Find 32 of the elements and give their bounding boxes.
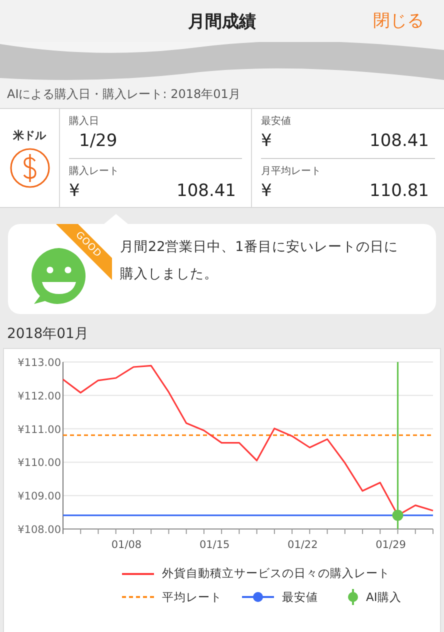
stat-label: 月平均レート: [261, 164, 322, 178]
legend-label: 外貨自動積立サービスの日々の購入レート: [162, 566, 390, 581]
y-axis-label: ¥110.00: [18, 457, 61, 470]
legend-label: 最安値: [282, 590, 318, 604]
stat-label: 最安値: [261, 114, 292, 128]
y-axis-label: ¥109.00: [18, 490, 61, 503]
currency-symbol: ¥: [261, 131, 272, 151]
stat-value: 110.81: [370, 180, 429, 200]
subtitle: AIによる購入日・購入レート: 2018年01月: [6, 86, 242, 103]
close-button[interactable]: 閉じる: [373, 9, 424, 32]
stat-value: 108.41: [370, 131, 429, 151]
y-axis-label: ¥112.00: [18, 390, 61, 402]
stat-value: 1/29: [78, 131, 118, 151]
currency-label: 米ドル: [13, 128, 46, 142]
currency-symbol: ¥: [69, 180, 80, 200]
page-title: 月間成績: [188, 10, 256, 32]
stat-label: 購入日: [69, 114, 100, 128]
y-axis-label: ¥113.00: [18, 357, 61, 369]
legend-label: AI購入: [366, 590, 402, 604]
x-axis-label: 01/08: [111, 539, 142, 551]
chart-title: 2018年01月: [6, 325, 90, 344]
legend-label: 平均レート: [162, 590, 222, 604]
y-axis-label: ¥111.00: [18, 424, 61, 436]
x-axis-label: 01/15: [199, 539, 230, 551]
message-text: 月間22営業日中、1番目に安いレートの日に購入しました。: [120, 238, 399, 284]
stat-label: 購入レート: [69, 164, 120, 178]
x-axis-label: 01/29: [376, 539, 406, 551]
x-axis-label: 01/22: [288, 539, 318, 551]
y-axis-label: ¥108.00: [18, 524, 61, 536]
dollar-icon: [8, 146, 50, 188]
stat-value: 108.41: [176, 180, 236, 200]
currency-symbol: ¥: [261, 180, 272, 200]
